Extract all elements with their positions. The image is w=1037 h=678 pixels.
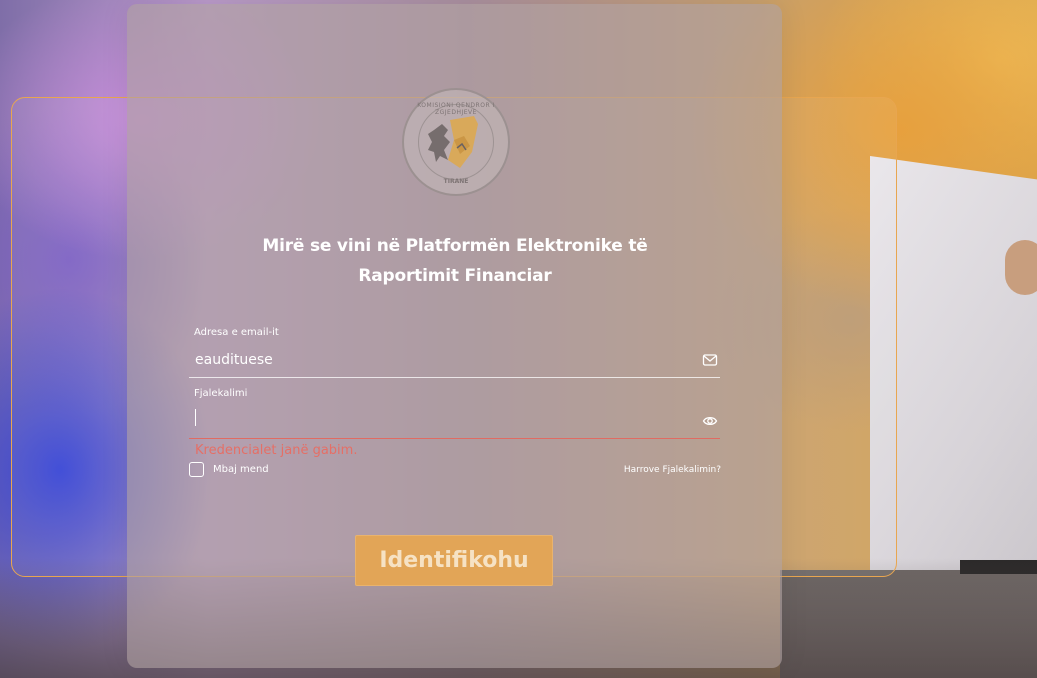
remember-me[interactable]: Mbaj mend — [189, 462, 269, 477]
email-field[interactable]: eaudituese — [189, 346, 720, 378]
password-label: Fjalekalimi — [194, 388, 248, 399]
email-value: eaudituese — [195, 352, 273, 368]
title-line-1: Mirë se vini në Platformën Elektronike t… — [262, 236, 648, 256]
page-title: Mirë se vini në Platformën Elektronike t… — [200, 231, 710, 291]
kqz-logo: KOMISIONI QENDROR I ZGJEDHJEVE TIRANE — [402, 88, 510, 196]
logo-bottom-text: TIRANE — [443, 178, 469, 185]
forgot-password-link[interactable]: Harrove Fjalekalimin? — [624, 465, 721, 475]
remember-checkbox[interactable] — [189, 462, 204, 477]
mail-icon — [702, 354, 718, 366]
error-message: Kredencialet janë gabim. — [195, 443, 358, 458]
hand — [1005, 240, 1037, 295]
remember-label: Mbaj mend — [213, 464, 269, 475]
login-button[interactable]: Identifikohu — [355, 535, 553, 586]
password-field[interactable] — [189, 407, 720, 439]
eye-icon[interactable] — [702, 413, 718, 429]
email-label: Adresa e email-it — [194, 327, 279, 338]
text-caret — [195, 409, 196, 426]
title-line-2: Raportimit Financiar — [358, 266, 552, 286]
